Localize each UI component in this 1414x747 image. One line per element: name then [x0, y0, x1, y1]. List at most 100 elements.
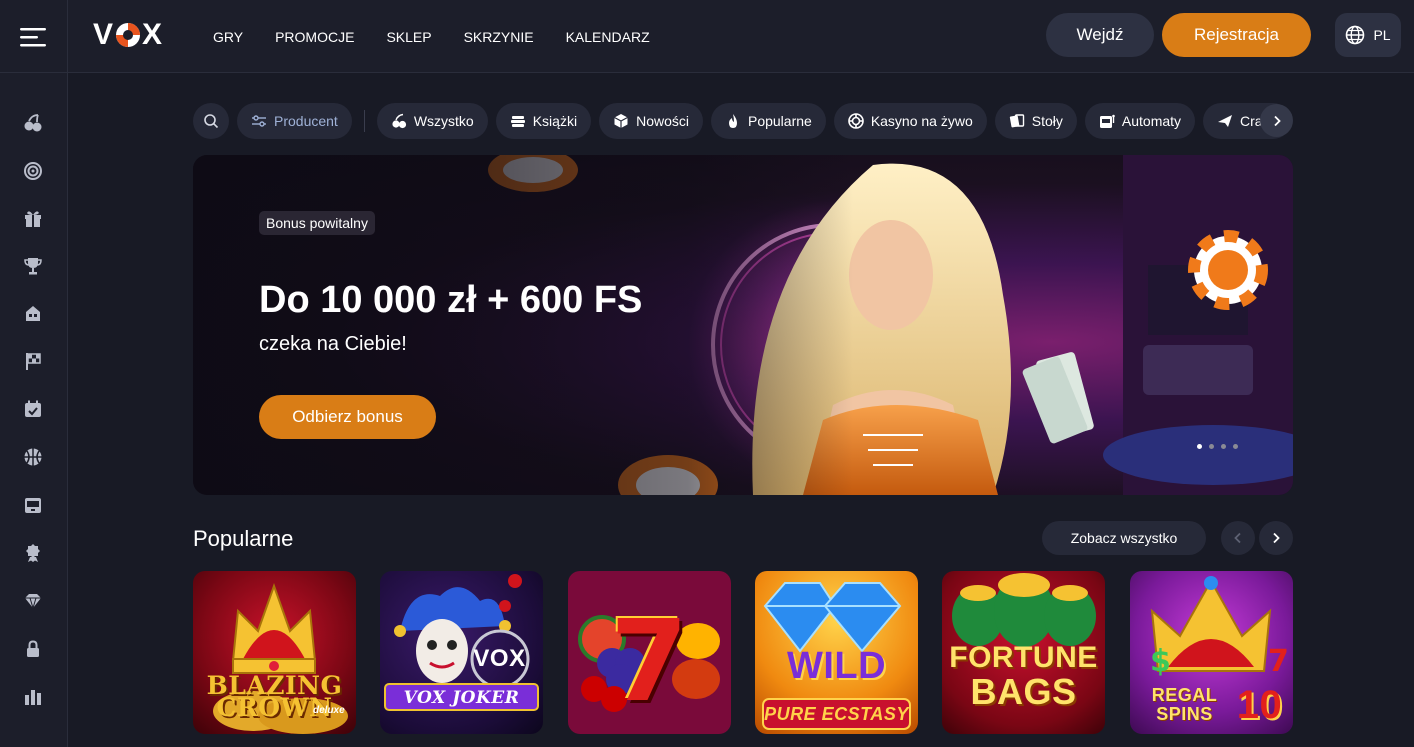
logo-letter-v: V: [93, 18, 115, 51]
language-label: PL: [1373, 27, 1391, 43]
logo-chip-icon: [116, 23, 141, 47]
category-label: Wszystko: [413, 113, 474, 129]
game-tag: 10: [1236, 683, 1283, 727]
game-title: REGAL: [1151, 685, 1218, 705]
game-tile-blazing-crown[interactable]: BLAZING CROWN deluxe: [193, 571, 356, 734]
category-chip-new[interactable]: Nowości: [599, 103, 703, 139]
cherries-icon: [24, 114, 42, 132]
slide-dot[interactable]: [1209, 444, 1214, 449]
section-title: Popularne: [193, 526, 294, 551]
category-label: Popularne: [747, 113, 812, 129]
game-title: FORTUNE: [949, 641, 1098, 674]
chevron-left-icon: [1234, 532, 1241, 544]
trophy-icon: [24, 258, 42, 275]
game-tag: deluxe: [313, 705, 345, 716]
slide-dot[interactable]: [1221, 444, 1226, 449]
nav-item-sklep[interactable]: SKLEP: [386, 29, 431, 45]
hamburger-menu-button[interactable]: [0, 0, 68, 73]
chevron-right-icon: [1273, 532, 1280, 544]
calendar-icon: [25, 400, 41, 417]
cherries-icon: [392, 113, 406, 129]
language-selector[interactable]: PL: [1335, 13, 1401, 57]
category-chip-live-casino[interactable]: Kasyno na żywo: [833, 103, 987, 139]
filter-scroll-next-button[interactable]: [1260, 104, 1293, 137]
banner-artwork: [193, 155, 1293, 495]
search-button[interactable]: [193, 103, 229, 139]
game-title: SPINS: [1156, 704, 1213, 724]
login-button[interactable]: Wejdź: [1046, 13, 1154, 57]
carousel-prev-button[interactable]: [1221, 521, 1255, 555]
sidebar-item-lock[interactable]: [22, 638, 44, 660]
game-tile-fortune-bags[interactable]: FORTUNE BAGS: [942, 571, 1105, 734]
category-chip-tables[interactable]: Stoły: [994, 103, 1077, 139]
plane-icon: [1218, 115, 1233, 127]
lock-icon: [27, 640, 39, 657]
game-title: PURE ECSTASY: [764, 704, 909, 724]
nav-item-skrzynie[interactable]: SKRZYNIE: [464, 29, 534, 45]
sidebar-item-sports[interactable]: [22, 446, 44, 468]
search-icon: [204, 114, 219, 129]
claim-bonus-button[interactable]: Odbierz bonus: [259, 395, 436, 439]
slot-machine-icon: [1099, 114, 1115, 128]
cube-icon: [614, 114, 628, 128]
sidebar-item-calendar[interactable]: [22, 398, 44, 420]
game-title: BAGS: [970, 671, 1077, 712]
nav-item-gry[interactable]: GRY: [213, 29, 243, 45]
category-filter-bar: Producent Wszystko Książki Nowości Popul…: [193, 103, 1293, 139]
game-title: 7: [610, 597, 689, 727]
award-icon: [26, 544, 40, 562]
slide-dot[interactable]: [1197, 444, 1202, 449]
cards-icon: [1009, 114, 1024, 128]
register-button[interactable]: Rejestracja: [1162, 13, 1311, 57]
sidebar-item-gift[interactable]: [22, 207, 44, 229]
sports-ball-icon: [24, 448, 42, 466]
category-chip-all[interactable]: Wszystko: [376, 103, 488, 139]
promo-banner[interactable]: Bonus powitalny Do 10 000 zł + 600 FS cz…: [193, 155, 1293, 495]
logo-letter-x: X: [142, 18, 164, 51]
sidebar-item-vip[interactable]: [22, 590, 44, 612]
sidebar-item-slots[interactable]: [22, 494, 44, 516]
sidebar: [0, 73, 68, 747]
category-label: Książki: [532, 113, 578, 129]
slot-machine-icon: [25, 498, 41, 513]
race-flag-icon: [26, 353, 41, 370]
game-tile-fruit-sevens[interactable]: 7: [568, 571, 731, 734]
sidebar-item-store[interactable]: [22, 302, 44, 324]
svg-text:$: $: [1150, 644, 1171, 679]
welcome-bonus-badge: Bonus powitalny: [259, 211, 375, 235]
top-bar: V X GRY PROMOCJE SKLEP SKRZYNIE KALENDAR…: [0, 0, 1414, 73]
sidebar-item-cherries[interactable]: [22, 112, 44, 134]
store-icon: [26, 306, 40, 321]
category-chip-books[interactable]: Książki: [495, 103, 592, 139]
producer-label: Producent: [274, 113, 338, 129]
books-icon: [510, 116, 525, 127]
nav-item-promocje[interactable]: PROMOCJE: [275, 29, 354, 45]
vox-logo[interactable]: V X: [93, 20, 163, 50]
nav-item-kalendarz[interactable]: KALENDARZ: [566, 29, 650, 45]
category-label: Automaty: [1121, 113, 1182, 129]
game-tile-wild-pure-ecstasy[interactable]: WILD PURE ECSTASY: [755, 571, 918, 734]
game-title: VOX JOKER: [403, 688, 520, 708]
banner-headline: Do 10 000 zł + 600 FS: [259, 279, 643, 321]
svg-text:7: 7: [1268, 644, 1289, 679]
sidebar-item-trophy[interactable]: [22, 255, 44, 277]
game-tile-regal-spins[interactable]: $ 7 REGAL SPINS 10: [1130, 571, 1293, 734]
game-logo-text: VOX: [473, 645, 526, 672]
category-label: Nowości: [636, 113, 689, 129]
category-chip-popular[interactable]: Popularne: [710, 103, 826, 139]
sidebar-item-award[interactable]: [22, 542, 44, 564]
sidebar-item-leaderboard[interactable]: [22, 686, 44, 708]
category-label: Stoły: [1031, 113, 1063, 129]
sidebar-item-roulette[interactable]: [22, 160, 44, 182]
chip-icon: [848, 113, 864, 129]
game-tile-vox-joker[interactable]: VOX VOX JOKER: [380, 571, 543, 734]
gift-icon: [25, 211, 41, 227]
main-nav: GRY PROMOCJE SKLEP SKRZYNIE KALENDARZ: [213, 0, 650, 73]
slide-dot[interactable]: [1233, 444, 1238, 449]
sidebar-item-race[interactable]: [22, 350, 44, 372]
category-chip-slots[interactable]: Automaty: [1084, 103, 1196, 139]
game-title: WILD: [786, 645, 887, 687]
see-all-button[interactable]: Zobacz wszystko: [1042, 521, 1206, 555]
carousel-next-button[interactable]: [1259, 521, 1293, 555]
producer-filter-button[interactable]: Producent: [237, 103, 352, 139]
